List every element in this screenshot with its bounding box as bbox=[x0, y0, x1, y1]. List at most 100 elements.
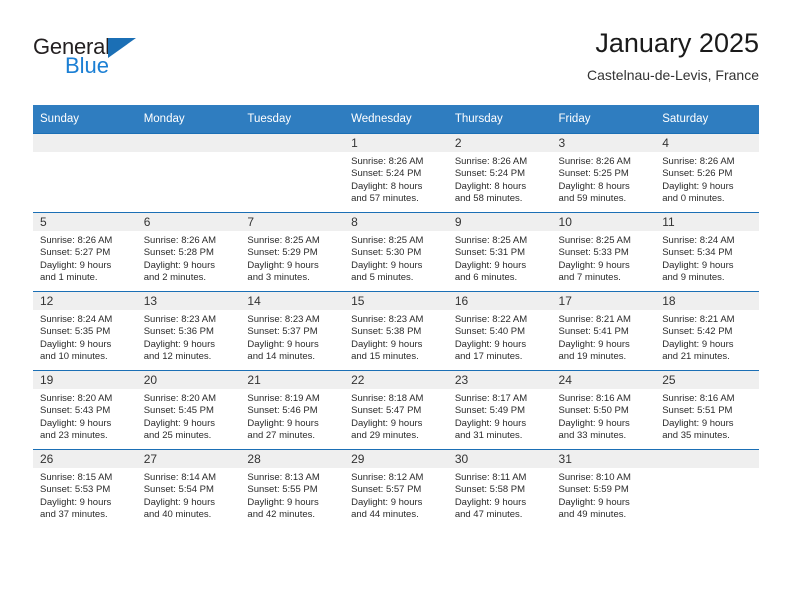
calendar-day-cell[interactable]: 6 Sunrise: 8:26 AM Sunset: 5:28 PM Daylight… bbox=[136, 212, 241, 292]
day-number: 6 bbox=[136, 213, 241, 231]
sunset-time: Sunset: 5:55 PM bbox=[247, 484, 318, 496]
sunrise-time: Sunrise: 8:25 AM bbox=[247, 235, 320, 246]
calendar-day-cell[interactable]: 11 Sunrise: 8:24 AM Sunset: 5:34 PM Dayligh… bbox=[655, 212, 759, 292]
day-details: Sunrise: 8:26 AM Sunset: 5:24 PM Daylight:… bbox=[344, 152, 448, 206]
daylight-duration-line2: and 10 minutes. bbox=[40, 351, 108, 363]
sunset-time: Sunset: 5:42 PM bbox=[662, 326, 733, 338]
day-number: 23 bbox=[447, 371, 552, 389]
day-details: Sunrise: 8:19 AM Sunset: 5:46 PM Daylight:… bbox=[240, 389, 344, 443]
calendar-day-cell[interactable]: 9 Sunrise: 8:25 AM Sunset: 5:31 PM Daylight… bbox=[447, 212, 552, 292]
calendar-day-cell[interactable]: 20 Sunrise: 8:20 AM Sunset: 5:45 PM Dayligh… bbox=[136, 370, 241, 450]
calendar-day-cell[interactable]: 13 Sunrise: 8:23 AM Sunset: 5:36 PM Dayligh… bbox=[136, 291, 241, 371]
day-number bbox=[33, 134, 137, 152]
generalblue-logo[interactable]: General Blue bbox=[33, 34, 233, 78]
day-details: Sunrise: 8:26 AM Sunset: 5:26 PM Daylight:… bbox=[655, 152, 759, 206]
day-number: 21 bbox=[240, 371, 345, 389]
daylight-duration-line2: and 15 minutes. bbox=[351, 351, 419, 363]
sunrise-time: Sunrise: 8:13 AM bbox=[247, 472, 320, 483]
day-number: 31 bbox=[551, 450, 656, 468]
calendar-day-cell[interactable]: 10 Sunrise: 8:25 AM Sunset: 5:33 PM Dayligh… bbox=[551, 212, 656, 292]
day-details: Sunrise: 8:18 AM Sunset: 5:47 PM Daylight:… bbox=[344, 389, 448, 443]
calendar-day-cell[interactable]: 17 Sunrise: 8:21 AM Sunset: 5:41 PM Dayligh… bbox=[551, 291, 656, 371]
calendar-week-row: 19 Sunrise: 8:20 AM Sunset: 5:43 PM Dayligh… bbox=[33, 370, 759, 450]
day-details: Sunrise: 8:23 AM Sunset: 5:38 PM Daylight:… bbox=[344, 310, 448, 364]
sunset-time: Sunset: 5:59 PM bbox=[558, 484, 629, 496]
sunset-time: Sunset: 5:47 PM bbox=[351, 405, 422, 417]
sunrise-time: Sunrise: 8:18 AM bbox=[351, 393, 424, 404]
day-number: 7 bbox=[240, 213, 345, 231]
calendar-day-cell[interactable]: 2 Sunrise: 8:26 AM Sunset: 5:24 PM Daylight… bbox=[447, 133, 552, 213]
calendar-day-cell[interactable]: 16 Sunrise: 8:22 AM Sunset: 5:40 PM Dayligh… bbox=[447, 291, 552, 371]
daylight-duration-line2: and 12 minutes. bbox=[143, 351, 212, 363]
day-details: Sunrise: 8:25 AM Sunset: 5:31 PM Daylight:… bbox=[448, 231, 552, 285]
weekday-header-row: Sunday Monday Tuesday Wednesday Thursday… bbox=[33, 105, 759, 134]
calendar-day-cell[interactable]: 23 Sunrise: 8:17 AM Sunset: 5:49 PM Dayligh… bbox=[447, 370, 552, 450]
daylight-duration-line2: and 21 minutes. bbox=[662, 351, 730, 363]
calendar-day-cell[interactable]: 31 Sunrise: 8:10 AM Sunset: 5:59 PM Dayligh… bbox=[551, 449, 656, 528]
daylight-duration-line1: Daylight: 9 hours bbox=[143, 417, 215, 429]
day-number: 30 bbox=[447, 450, 552, 468]
calendar-day-cell[interactable]: 4 Sunrise: 8:26 AM Sunset: 5:26 PM Daylight… bbox=[655, 133, 759, 213]
calendar-day-cell[interactable]: 30 Sunrise: 8:11 AM Sunset: 5:58 PM Dayligh… bbox=[447, 449, 552, 528]
calendar-day-cell[interactable]: 24 Sunrise: 8:16 AM Sunset: 5:50 PM Dayligh… bbox=[551, 370, 656, 450]
sunset-time: Sunset: 5:53 PM bbox=[40, 484, 111, 496]
day-number bbox=[655, 450, 759, 468]
calendar-day-cell[interactable]: 1 Sunrise: 8:26 AM Sunset: 5:24 PM Daylight… bbox=[344, 133, 448, 213]
calendar-day-cell[interactable]: 8 Sunrise: 8:25 AM Sunset: 5:30 PM Daylight… bbox=[344, 212, 448, 292]
weekday-header-thursday: Thursday bbox=[447, 105, 552, 134]
calendar-day-cell[interactable]: 21 Sunrise: 8:19 AM Sunset: 5:46 PM Dayligh… bbox=[240, 370, 345, 450]
sunset-time: Sunset: 5:40 PM bbox=[454, 326, 526, 338]
daylight-duration-line2: and 33 minutes. bbox=[558, 430, 627, 442]
sunrise-time: Sunrise: 8:20 AM bbox=[143, 393, 217, 404]
daylight-duration-line1: Daylight: 8 hours bbox=[558, 180, 630, 192]
day-details: Sunrise: 8:26 AM Sunset: 5:24 PM Daylight:… bbox=[448, 152, 552, 206]
day-number: 3 bbox=[551, 134, 656, 152]
day-details: Sunrise: 8:25 AM Sunset: 5:30 PM Daylight:… bbox=[344, 231, 448, 285]
weekday-header-friday: Friday bbox=[551, 105, 656, 134]
sunrise-time: Sunrise: 8:26 AM bbox=[351, 156, 424, 167]
sunrise-time: Sunrise: 8:23 AM bbox=[247, 314, 320, 325]
daylight-duration-line1: Daylight: 9 hours bbox=[558, 417, 630, 429]
calendar-day-cell[interactable]: 19 Sunrise: 8:20 AM Sunset: 5:43 PM Dayligh… bbox=[33, 370, 137, 450]
calendar-day-cell[interactable]: 22 Sunrise: 8:18 AM Sunset: 5:47 PM Dayligh… bbox=[344, 370, 448, 450]
calendar-day-cell-empty bbox=[240, 133, 345, 213]
day-number: 2 bbox=[447, 134, 552, 152]
calendar-day-cell[interactable]: 5 Sunrise: 8:26 AM Sunset: 5:27 PM Daylight… bbox=[33, 212, 137, 292]
logo-top-row: General bbox=[33, 34, 233, 60]
daylight-duration-line1: Daylight: 9 hours bbox=[558, 338, 630, 350]
calendar-body: 1 Sunrise: 8:26 AM Sunset: 5:24 PM Daylight… bbox=[33, 133, 759, 528]
day-number: 28 bbox=[240, 450, 345, 468]
calendar-week-row: 26 Sunrise: 8:15 AM Sunset: 5:53 PM Dayligh… bbox=[33, 449, 759, 528]
calendar-day-cell[interactable]: 3 Sunrise: 8:26 AM Sunset: 5:25 PM Daylight… bbox=[551, 133, 656, 213]
daylight-duration-line1: Daylight: 9 hours bbox=[662, 338, 734, 350]
daylight-duration-line1: Daylight: 9 hours bbox=[454, 259, 527, 271]
day-details: Sunrise: 8:10 AM Sunset: 5:59 PM Daylight:… bbox=[552, 468, 656, 522]
daylight-duration-line1: Daylight: 9 hours bbox=[143, 338, 215, 350]
calendar-day-cell[interactable]: 25 Sunrise: 8:16 AM Sunset: 5:51 PM Dayligh… bbox=[655, 370, 759, 450]
daylight-duration-line2: and 9 minutes. bbox=[662, 272, 725, 284]
calendar-day-cell[interactable]: 12 Sunrise: 8:24 AM Sunset: 5:35 PM Dayligh… bbox=[33, 291, 137, 371]
calendar-day-cell[interactable]: 27 Sunrise: 8:14 AM Sunset: 5:54 PM Dayligh… bbox=[136, 449, 241, 528]
daylight-duration-line1: Daylight: 9 hours bbox=[351, 496, 423, 508]
daylight-duration-line1: Daylight: 9 hours bbox=[40, 496, 112, 508]
sunrise-time: Sunrise: 8:23 AM bbox=[143, 314, 217, 325]
sunrise-time: Sunrise: 8:26 AM bbox=[662, 156, 735, 167]
daylight-duration-line2: and 47 minutes. bbox=[454, 509, 523, 521]
day-details: Sunrise: 8:24 AM Sunset: 5:35 PM Daylight:… bbox=[33, 310, 137, 364]
calendar-day-cell[interactable]: 26 Sunrise: 8:15 AM Sunset: 5:53 PM Dayligh… bbox=[33, 449, 137, 528]
calendar-day-cell[interactable]: 28 Sunrise: 8:13 AM Sunset: 5:55 PM Dayligh… bbox=[240, 449, 345, 528]
calendar-day-cell[interactable]: 14 Sunrise: 8:23 AM Sunset: 5:37 PM Dayligh… bbox=[240, 291, 345, 371]
weekday-header-tuesday: Tuesday bbox=[240, 105, 345, 134]
sunrise-time: Sunrise: 8:26 AM bbox=[558, 156, 631, 167]
calendar-day-cell[interactable]: 7 Sunrise: 8:25 AM Sunset: 5:29 PM Daylight… bbox=[240, 212, 345, 292]
daylight-duration-line1: Daylight: 9 hours bbox=[351, 338, 423, 350]
daylight-duration-line2: and 59 minutes. bbox=[558, 193, 627, 205]
day-details: Sunrise: 8:16 AM Sunset: 5:50 PM Daylight:… bbox=[552, 389, 656, 443]
sunrise-time: Sunrise: 8:12 AM bbox=[351, 472, 424, 483]
calendar-day-cell[interactable]: 15 Sunrise: 8:23 AM Sunset: 5:38 PM Dayligh… bbox=[344, 291, 448, 371]
calendar-day-cell[interactable]: 18 Sunrise: 8:21 AM Sunset: 5:42 PM Dayligh… bbox=[655, 291, 759, 371]
calendar-day-cell[interactable]: 29 Sunrise: 8:12 AM Sunset: 5:57 PM Dayligh… bbox=[344, 449, 448, 528]
daylight-duration-line1: Daylight: 9 hours bbox=[247, 338, 319, 350]
sunset-time: Sunset: 5:29 PM bbox=[247, 247, 318, 259]
sunrise-time: Sunrise: 8:20 AM bbox=[40, 393, 113, 404]
